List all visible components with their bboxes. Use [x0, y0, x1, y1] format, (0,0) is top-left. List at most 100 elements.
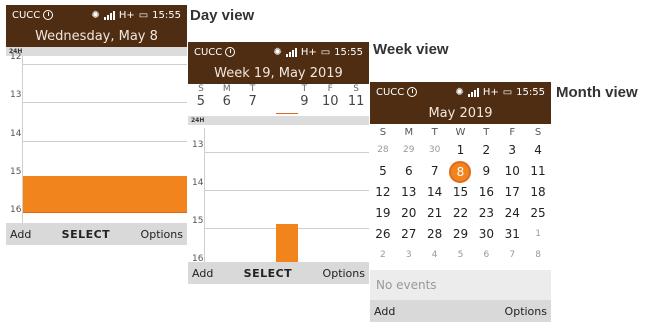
- time-axis: [204, 128, 205, 262]
- month-day[interactable]: 30: [473, 224, 499, 245]
- hour-line: [204, 152, 369, 153]
- month-day[interactable]: 28: [422, 224, 448, 245]
- month-day[interactable]: 13: [396, 182, 422, 203]
- month-day[interactable]: 27: [396, 224, 422, 245]
- bug-icon: ✺: [91, 9, 100, 21]
- week-date-selected[interactable]: 8: [266, 94, 292, 113]
- month-day[interactable]: 5: [448, 245, 474, 266]
- month-day[interactable]: 3: [499, 140, 525, 161]
- selected-time-block[interactable]: [23, 176, 187, 212]
- month-day[interactable]: 4: [525, 140, 551, 161]
- week-date[interactable]: 6: [214, 94, 240, 113]
- month-day[interactable]: 3: [396, 245, 422, 266]
- hour-line: [22, 102, 187, 103]
- battery-icon: ▭: [320, 46, 331, 58]
- status-bar: CUCC ✺ H+ ▭ 15:55: [6, 5, 187, 25]
- month-day[interactable]: 21: [422, 203, 448, 224]
- week-date[interactable]: 7: [240, 94, 266, 113]
- month-day[interactable]: 20: [396, 203, 422, 224]
- hour-label: 14: [10, 129, 22, 139]
- month-day[interactable]: 19: [370, 203, 396, 224]
- month-day[interactable]: 11: [525, 161, 551, 182]
- weekday-initial: S: [198, 84, 204, 94]
- softkey-bar: Add SELECT Options: [6, 223, 187, 245]
- week-date[interactable]: 5: [188, 94, 214, 113]
- clock-label: 15:55: [334, 46, 363, 58]
- month-day[interactable]: 7: [422, 161, 448, 182]
- weekday-initial: M: [404, 127, 414, 138]
- weekday-initial: T: [431, 127, 438, 138]
- select-softkey[interactable]: SELECT: [213, 267, 322, 280]
- bug-icon: ✺: [273, 46, 282, 58]
- month-day[interactable]: 6: [396, 161, 422, 182]
- hour-line: [23, 212, 187, 213]
- month-day[interactable]: 1: [448, 140, 474, 161]
- month-day[interactable]: 16: [473, 182, 499, 203]
- weekday-initial: F: [327, 84, 333, 94]
- weekday-initial: S: [534, 127, 542, 138]
- week-date[interactable]: 11: [343, 94, 369, 113]
- battery-icon: ▭: [502, 86, 513, 98]
- month-day[interactable]: 8: [525, 245, 551, 266]
- signal-icon: [103, 10, 115, 20]
- month-day[interactable]: 30: [422, 140, 448, 161]
- week-header: Week 19, May 2019: [188, 62, 369, 84]
- month-day[interactable]: 29: [396, 140, 422, 161]
- month-day[interactable]: 18: [525, 182, 551, 203]
- add-softkey[interactable]: Add: [192, 267, 213, 280]
- month-day[interactable]: 23: [473, 203, 499, 224]
- month-day[interactable]: 17: [499, 182, 525, 203]
- week-date[interactable]: 10: [317, 94, 343, 113]
- softkey-bar: Add Options: [370, 300, 551, 322]
- week-day-strip: S M T W T F S 5 6 7 8 9 10 11: [188, 84, 369, 114]
- month-day[interactable]: 6: [473, 245, 499, 266]
- month-view-screen: CUCC ✺ H+ ▭ 15:55 May 2019 S M T W T F S…: [370, 82, 551, 322]
- month-day[interactable]: 29: [448, 224, 474, 245]
- month-day[interactable]: 2: [473, 140, 499, 161]
- selected-time-block[interactable]: [276, 224, 298, 262]
- month-day[interactable]: 12: [370, 182, 396, 203]
- carrier-label: CUCC: [376, 86, 405, 98]
- clock-label: 15:55: [152, 9, 181, 21]
- month-day[interactable]: 10: [499, 161, 525, 182]
- month-day[interactable]: 7: [499, 245, 525, 266]
- weekday-initial: W: [455, 127, 466, 138]
- no-events-label: No events: [370, 270, 551, 300]
- network-label: H+: [482, 86, 499, 98]
- month-day[interactable]: 1: [525, 224, 551, 245]
- month-day[interactable]: 2: [370, 245, 396, 266]
- select-softkey[interactable]: SELECT: [31, 228, 140, 241]
- status-bar: CUCC ✺ H+ ▭ 15:55: [188, 42, 369, 62]
- month-day[interactable]: 15: [448, 182, 474, 203]
- month-day[interactable]: 24: [499, 203, 525, 224]
- time-axis: [22, 56, 23, 223]
- month-day[interactable]: 14: [422, 182, 448, 203]
- add-softkey[interactable]: Add: [374, 305, 395, 318]
- network-label: H+: [300, 46, 317, 58]
- day-timeline[interactable]: 12 13 14 15 16: [6, 52, 187, 223]
- options-softkey[interactable]: Options: [505, 305, 547, 318]
- battery-icon: ▭: [138, 9, 149, 21]
- month-day[interactable]: 9: [473, 161, 499, 182]
- options-softkey[interactable]: Options: [323, 267, 365, 280]
- alarm-icon: [43, 10, 54, 20]
- softkey-bar: Add SELECT Options: [188, 262, 369, 284]
- month-view-caption: Month view: [556, 84, 638, 101]
- hour-label: 14: [192, 178, 204, 188]
- month-day[interactable]: 22: [448, 203, 474, 224]
- options-softkey[interactable]: Options: [141, 228, 183, 241]
- month-day-selected[interactable]: 8: [448, 161, 474, 183]
- month-day[interactable]: 5: [370, 161, 396, 182]
- month-weekday-row: S M T W T F S: [370, 124, 551, 140]
- month-day[interactable]: 26: [370, 224, 396, 245]
- month-day[interactable]: 31: [499, 224, 525, 245]
- weekday-initial: T: [483, 127, 490, 138]
- week-timeline[interactable]: 13 14 15 16: [188, 128, 369, 264]
- month-day[interactable]: 25: [525, 203, 551, 224]
- week-date[interactable]: 9: [291, 94, 317, 113]
- hour-line: [22, 141, 187, 142]
- weekday-initial: S: [379, 127, 387, 138]
- add-softkey[interactable]: Add: [10, 228, 31, 241]
- month-day[interactable]: 4: [422, 245, 448, 266]
- month-day[interactable]: 28: [370, 140, 396, 161]
